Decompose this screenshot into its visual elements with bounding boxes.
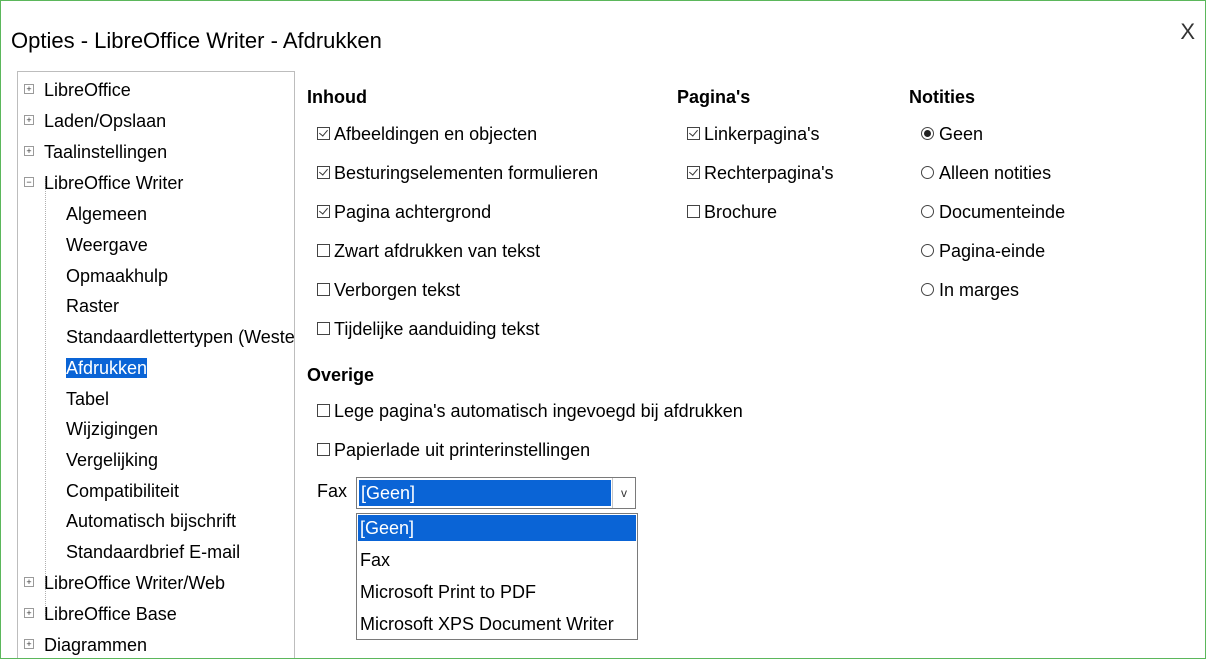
checkbox-checked-icon[interactable]	[687, 126, 700, 140]
radio-geen[interactable]: Geen	[921, 122, 983, 146]
radio-unselected-icon[interactable]	[921, 165, 934, 179]
radio-unselected-icon[interactable]	[921, 243, 934, 257]
checkbox-afbeeldingen[interactable]: Afbeeldingen en objecten	[317, 122, 537, 146]
expand-icon[interactable]: +	[24, 84, 34, 95]
dialog-title: Opties - LibreOffice Writer - Afdrukken	[11, 28, 382, 53]
tree-item-tabel[interactable]: Tabel	[66, 387, 109, 411]
fax-dropdown-list: [Geen] Fax Microsoft Print to PDF Micros…	[356, 513, 638, 640]
expand-icon[interactable]: +	[24, 608, 34, 619]
tree-item-taalinstellingen[interactable]: + Taalinstellingen	[24, 140, 167, 164]
dropdown-option-fax[interactable]: Fax	[358, 547, 636, 573]
tree-item-standaardlettertypen[interactable]: Standaardlettertypen (Weste	[66, 325, 294, 349]
title-bar: Opties - LibreOffice Writer - Afdrukken …	[1, 1, 1205, 61]
checkbox-unchecked-icon[interactable]	[317, 403, 330, 417]
tree-item-standaardbrief-email[interactable]: Standaardbrief E-mail	[66, 540, 240, 564]
paginas-heading: Pagina's	[677, 87, 751, 107]
radio-documenteinde[interactable]: Documenteinde	[921, 200, 1065, 224]
options-tree: + LibreOffice + Laden/Opslaan + Taalinstell…	[17, 71, 295, 658]
radio-pagina-einde[interactable]: Pagina-einde	[921, 239, 1045, 263]
expand-icon[interactable]: +	[24, 639, 34, 650]
radio-alleen-notities[interactable]: Alleen notities	[921, 161, 1051, 185]
inhoud-heading: Inhoud	[307, 87, 367, 107]
options-dialog: Opties - LibreOffice Writer - Afdrukken …	[0, 0, 1206, 659]
tree-item-opmaakhulp[interactable]: Opmaakhulp	[66, 264, 168, 288]
fax-select[interactable]: [Geen] v	[356, 477, 636, 509]
chevron-down-icon[interactable]: v	[612, 478, 635, 508]
checkbox-brochure[interactable]: Brochure	[687, 200, 777, 224]
checkbox-papierlade[interactable]: Papierlade uit printerinstellingen	[317, 438, 590, 462]
dropdown-option-geen[interactable]: [Geen]	[358, 515, 636, 541]
radio-unselected-icon[interactable]	[921, 282, 934, 296]
tree-item-diagrammen[interactable]: + Diagrammen	[24, 633, 147, 657]
overige-heading: Overige	[307, 365, 375, 385]
tree-item-compatibiliteit[interactable]: Compatibiliteit	[66, 479, 179, 503]
tree-item-laden-opslaan[interactable]: + Laden/Opslaan	[24, 109, 166, 133]
checkbox-lege-paginas[interactable]: Lege pagina's automatisch ingevoegd bij …	[317, 399, 743, 423]
tree-item-vergelijking[interactable]: Vergelijking	[66, 448, 158, 472]
fax-label: Fax	[317, 481, 348, 501]
checkbox-checked-icon[interactable]	[317, 165, 330, 179]
checkbox-pagina-achtergrond[interactable]: Pagina achtergrond	[317, 200, 491, 224]
tree-item-label: LibreOffice Base	[44, 604, 177, 624]
expand-icon[interactable]: +	[24, 146, 34, 157]
radio-selected-icon[interactable]	[921, 126, 934, 140]
tree-item-automatisch-bijschrift[interactable]: Automatisch bijschrift	[66, 509, 236, 533]
checkbox-unchecked-icon[interactable]	[687, 204, 700, 218]
tree-item-libreoffice-writer[interactable]: − LibreOffice Writer	[24, 171, 183, 195]
checkbox-linkerpaginas[interactable]: Linkerpagina's	[687, 122, 820, 146]
tree-item-raster[interactable]: Raster	[66, 294, 119, 318]
selected-tree-label: Afdrukken	[66, 358, 148, 378]
collapse-icon[interactable]: −	[24, 177, 34, 188]
tree-item-label: Taalinstellingen	[44, 142, 168, 162]
checkbox-unchecked-icon[interactable]	[317, 321, 330, 335]
tree-item-weergave[interactable]: Weergave	[66, 233, 148, 257]
checkbox-besturingselementen[interactable]: Besturingselementen formulieren	[317, 161, 598, 185]
tree-item-wijzigingen[interactable]: Wijzigingen	[66, 417, 158, 441]
checkbox-zwart-afdrukken[interactable]: Zwart afdrukken van tekst	[317, 239, 540, 263]
checkbox-verborgen-tekst[interactable]: Verborgen tekst	[317, 278, 460, 302]
tree-item-writer-web[interactable]: + LibreOffice Writer/Web	[24, 571, 225, 595]
tree-item-afdrukken[interactable]: Afdrukken	[66, 356, 148, 380]
checkbox-unchecked-icon[interactable]	[317, 442, 330, 456]
checkbox-unchecked-icon[interactable]	[317, 282, 330, 296]
tree-item-algemeen[interactable]: Algemeen	[66, 202, 147, 226]
tree-item-label: LibreOffice	[44, 80, 131, 100]
expand-icon[interactable]: +	[24, 577, 34, 588]
dropdown-option-xps-writer[interactable]: Microsoft XPS Document Writer	[358, 611, 636, 637]
tree-item-label: Diagrammen	[44, 635, 148, 655]
tree-item-label: LibreOffice Writer	[44, 173, 184, 193]
checkbox-checked-icon[interactable]	[317, 204, 330, 218]
tree-item-base[interactable]: + LibreOffice Base	[24, 602, 177, 626]
radio-unselected-icon[interactable]	[921, 204, 934, 218]
checkbox-checked-icon[interactable]	[317, 126, 330, 140]
tree-item-label: Laden/Opslaan	[44, 111, 167, 131]
notities-heading: Notities	[909, 87, 976, 107]
expand-icon[interactable]: +	[24, 115, 34, 126]
radio-in-marges[interactable]: In marges	[921, 278, 1019, 302]
tree-item-label: LibreOffice Writer/Web	[44, 573, 226, 593]
fax-select-value[interactable]: [Geen]	[359, 480, 611, 506]
tree-connector-line	[45, 179, 46, 616]
tree-item-libreoffice[interactable]: + LibreOffice	[24, 78, 131, 102]
close-icon[interactable]: X	[1180, 21, 1195, 43]
checkbox-rechterpaginas[interactable]: Rechterpagina's	[687, 161, 834, 185]
checkbox-checked-icon[interactable]	[687, 165, 700, 179]
checkbox-unchecked-icon[interactable]	[317, 243, 330, 257]
dropdown-option-print-to-pdf[interactable]: Microsoft Print to PDF	[358, 579, 636, 605]
checkbox-tijdelijke-aanduiding[interactable]: Tijdelijke aanduiding tekst	[317, 317, 539, 341]
